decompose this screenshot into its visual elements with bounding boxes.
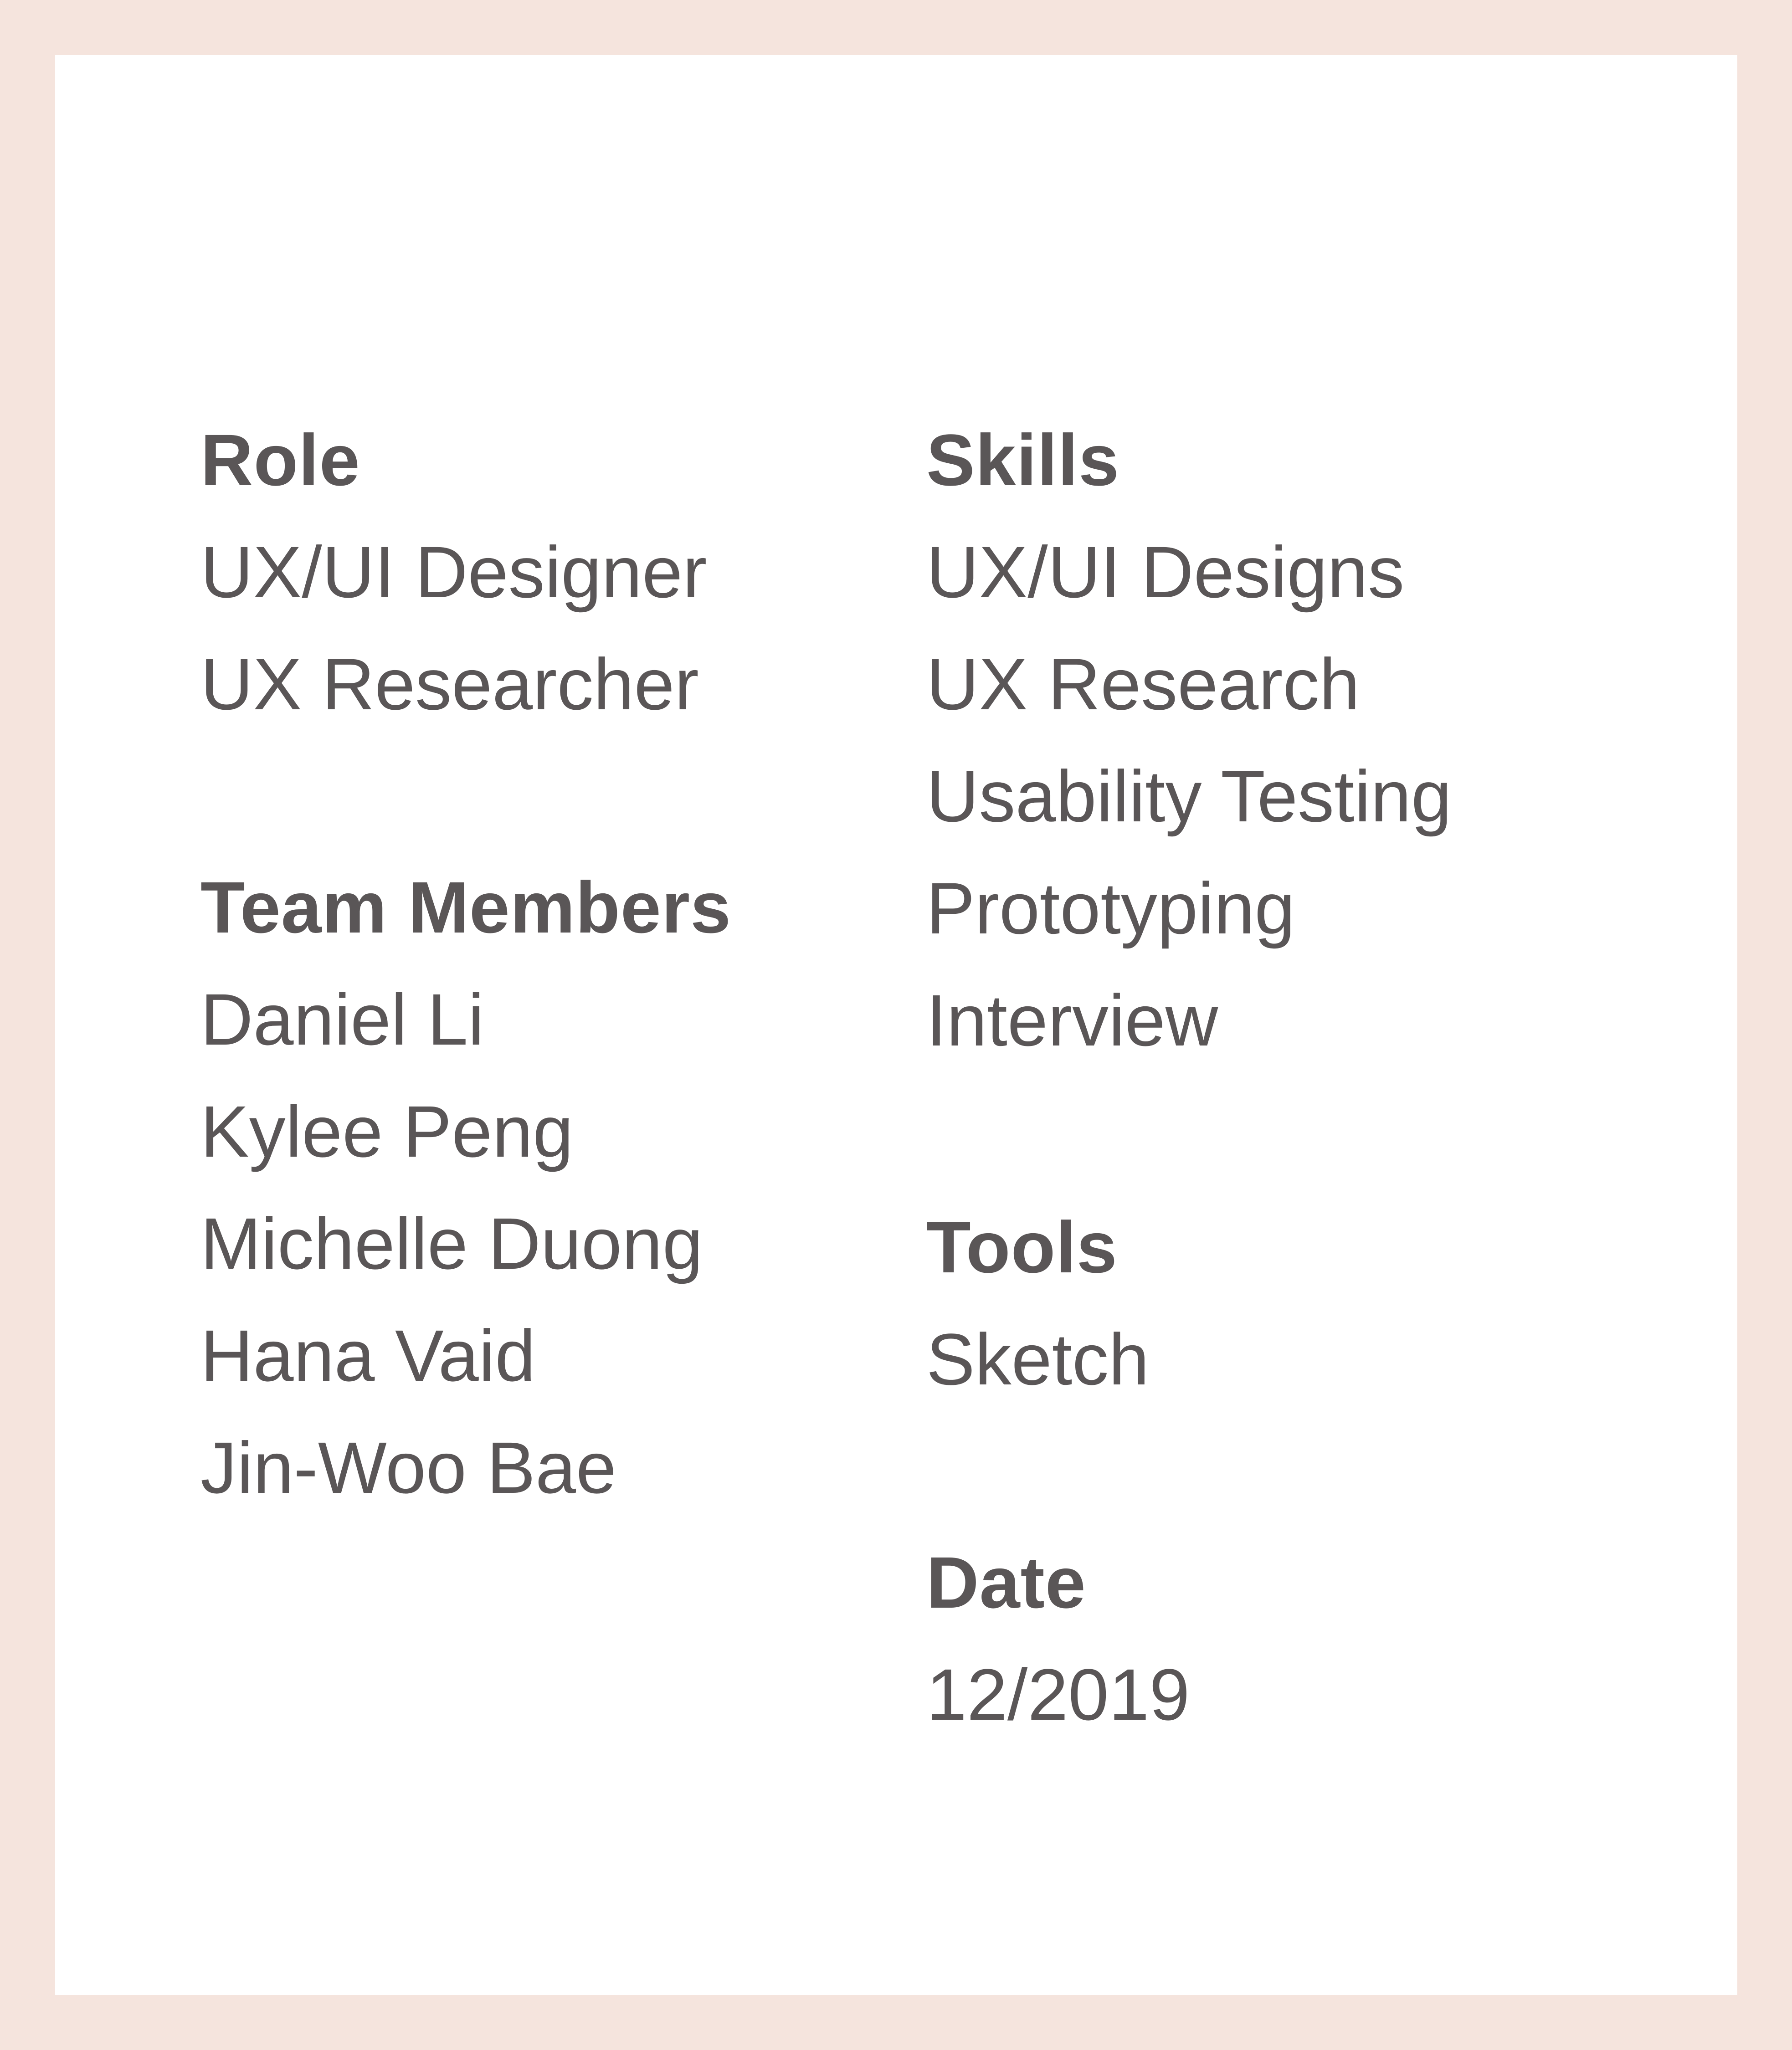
- team-members-section: Team Members Daniel Li Kylee Peng Michel…: [200, 851, 884, 1524]
- tools-section: Tools Sketch: [926, 1191, 1610, 1415]
- skill-item: Usability Testing: [926, 755, 1452, 837]
- skills-heading: Skills: [926, 419, 1120, 501]
- team-members-heading: Team Members: [200, 866, 732, 948]
- team-member-item: Hana Vaid: [200, 1315, 536, 1396]
- tools-heading: Tools: [926, 1206, 1118, 1288]
- team-member-item: Michelle Duong: [200, 1203, 703, 1284]
- team-members-list: Daniel Li Kylee Peng Michelle Duong Hana…: [200, 964, 884, 1524]
- page-border: Role UX/UI Designer UX Researcher Team M…: [0, 0, 1792, 2050]
- role-item: UX Researcher: [200, 643, 699, 725]
- skills-section: Skills UX/UI Designs UX Research Usabili…: [926, 404, 1610, 1076]
- date-value: 12/2019: [926, 1654, 1190, 1735]
- date-section: Date 12/2019: [926, 1527, 1610, 1751]
- date-heading: Date: [926, 1542, 1086, 1623]
- team-member-item: Kylee Peng: [200, 1091, 574, 1172]
- role-section: Role UX/UI Designer UX Researcher: [200, 404, 884, 740]
- tool-item: Sketch: [926, 1318, 1150, 1400]
- team-member-item: Daniel Li: [200, 979, 484, 1060]
- skill-item: Prototyping: [926, 867, 1295, 949]
- tools-list: Sketch: [926, 1303, 1610, 1415]
- project-info-card: Role UX/UI Designer UX Researcher Team M…: [55, 55, 1737, 1995]
- skill-item: Interview: [926, 979, 1218, 1061]
- date-list: 12/2019: [926, 1639, 1610, 1751]
- role-heading: Role: [200, 419, 360, 501]
- role-list: UX/UI Designer UX Researcher: [200, 516, 884, 740]
- role-item: UX/UI Designer: [200, 531, 707, 613]
- team-member-item: Jin-Woo Bae: [200, 1427, 617, 1508]
- skill-item: UX/UI Designs: [926, 531, 1405, 613]
- skills-list: UX/UI Designs UX Research Usability Test…: [926, 516, 1610, 1076]
- skill-item: UX Research: [926, 643, 1360, 725]
